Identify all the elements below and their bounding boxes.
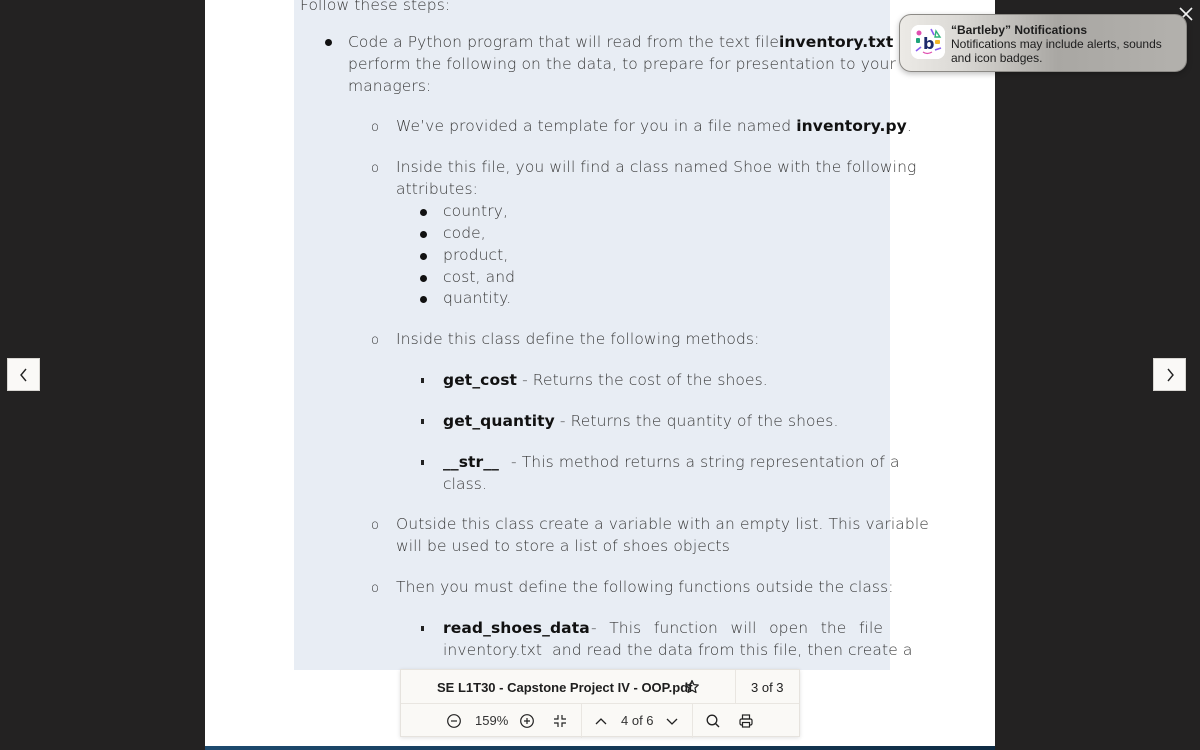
main-bullet-line-1: Code a Python program that will read fro…	[348, 33, 928, 51]
print-icon	[739, 714, 753, 728]
favorite-button[interactable]	[684, 679, 700, 695]
bullet-disc	[420, 253, 427, 260]
divider	[692, 704, 693, 738]
variable-line-2: will be used to store a list of shoes ob…	[396, 537, 730, 555]
bartleby-app-icon: b	[911, 25, 945, 59]
chevron-right-icon	[1166, 368, 1174, 381]
next-document-button[interactable]	[1153, 358, 1186, 391]
previous-page-button[interactable]	[593, 713, 609, 729]
template-item: We’ve provided a template for you in a f…	[396, 117, 912, 135]
zoom-in-button[interactable]	[519, 713, 535, 729]
next-page-button[interactable]	[664, 713, 680, 729]
intro-text: Follow these steps:	[300, 0, 451, 14]
bullet-disc	[420, 275, 427, 282]
method-item: get_quantity - Returns the quantity of t…	[443, 412, 838, 430]
method-item: get_cost - Returns the cost of the shoes…	[443, 371, 768, 389]
method-desc: - This method returns a string represent…	[511, 453, 900, 471]
method-desc-line-2: class.	[443, 475, 488, 493]
pdf-viewer-overlay: Follow these steps: Code a Python progra…	[0, 0, 1200, 750]
zoom-level: 159%	[475, 713, 509, 728]
bullet-disc	[420, 209, 427, 216]
notification-banner[interactable]: b “Bartleby” Notifications Notifications…	[899, 14, 1187, 72]
previous-document-button[interactable]	[7, 358, 40, 391]
attribute-item: quantity.	[443, 289, 512, 307]
methods-intro: Inside this class define the following m…	[396, 330, 760, 348]
pdf-filename: SE L1T30 - Capstone Project IV - OOP.pdf	[437, 680, 693, 695]
page-indicator: 4 of 6	[621, 713, 654, 728]
zoom-out-button[interactable]	[446, 713, 462, 729]
pdf-toolbar: SE L1T30 - Capstone Project IV - OOP.pdf…	[400, 669, 800, 738]
method-name: get_quantity	[443, 412, 555, 430]
variable-line-1: Outside this class create a variable wit…	[396, 515, 929, 533]
filename-bold: inventory.py	[796, 117, 907, 135]
notification-title: “Bartleby” Notifications	[951, 23, 1088, 37]
text: .	[906, 117, 912, 135]
fit-page-button[interactable]	[552, 713, 568, 729]
divider	[581, 704, 582, 738]
filename-bold: inventory.txt	[779, 33, 894, 51]
svg-text:b: b	[923, 34, 934, 53]
attribute-item: code,	[443, 224, 486, 242]
bullet-circle: o	[371, 333, 380, 348]
class-shoe-line-2: attributes:	[396, 180, 479, 198]
page-bottom-strip	[205, 746, 995, 750]
print-button[interactable]	[738, 713, 754, 729]
function-desc-line-2: inventory.txt and read the data from thi…	[443, 641, 913, 659]
zoom-in-icon	[520, 714, 534, 728]
bullet-circle: o	[371, 161, 380, 176]
bullet-circle: o	[371, 518, 380, 533]
chevron-left-icon	[19, 368, 27, 381]
bullet-disc	[420, 231, 427, 238]
method-desc: - Returns the cost of the shoes.	[522, 371, 768, 389]
zoom-out-icon	[447, 714, 461, 728]
divider	[735, 670, 736, 704]
toolbar-file-row: SE L1T30 - Capstone Project IV - OOP.pdf…	[401, 670, 799, 704]
bullet-disc	[420, 296, 427, 303]
attribute-item: cost, and	[443, 268, 516, 286]
text: Code a Python program that will read fro…	[348, 33, 779, 51]
search-button[interactable]	[705, 713, 721, 729]
functions-intro: Then you must define the following funct…	[396, 578, 894, 596]
file-count: 3 of 3	[751, 680, 784, 695]
search-icon	[706, 714, 720, 728]
text: We’ve provided a template for you in a f…	[396, 117, 792, 135]
chevron-up-icon	[595, 718, 607, 725]
attribute-item: country,	[443, 202, 509, 220]
notification-body: Notifications may include alerts, sounds…	[951, 37, 1162, 65]
fit-page-icon	[554, 715, 566, 727]
attribute-item: product,	[443, 246, 509, 264]
bullet-square	[421, 378, 424, 383]
bullet-circle: o	[371, 120, 380, 135]
chevron-down-icon	[666, 718, 678, 725]
bullet-disc	[325, 39, 332, 46]
toolbar-controls-row: 159% 4 of 6	[401, 704, 799, 738]
bullet-square	[421, 460, 424, 465]
main-bullet-line-2: perform the following on the data, to pr…	[348, 55, 896, 73]
bullet-square	[421, 626, 424, 631]
bullet-circle: o	[371, 581, 380, 596]
bullet-square	[421, 419, 424, 424]
method-name: __str__	[443, 453, 499, 471]
method-item: __str__ - This method returns a string r…	[443, 453, 900, 471]
function-desc: - This function will open the file	[591, 619, 883, 637]
pdf-page: Follow these steps: Code a Python progra…	[205, 0, 995, 750]
class-shoe-line-1: Inside this file, you will find a class …	[396, 158, 917, 176]
main-bullet-line-3: managers:	[348, 77, 432, 95]
method-desc: - Returns the quantity of the shoes.	[559, 412, 839, 430]
star-icon	[685, 679, 699, 694]
method-name: get_cost	[443, 371, 518, 389]
function-name: read_shoes_data	[443, 619, 590, 637]
function-item: read_shoes_data - This function will ope…	[443, 619, 883, 637]
